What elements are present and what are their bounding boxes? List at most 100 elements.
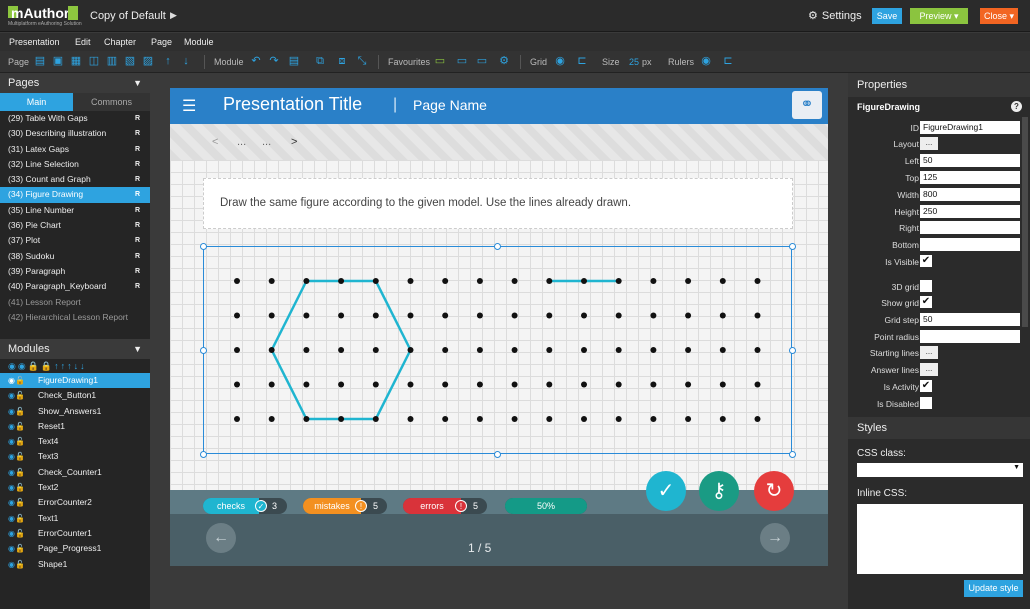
grid-point[interactable]: [407, 416, 414, 422]
visibility-lock-icon[interactable]: ◉🔓: [8, 404, 25, 419]
property-input[interactable]: 125: [920, 171, 1020, 184]
page-item[interactable]: (40) Paragraph_Keyboard R: [0, 279, 150, 294]
grid-point[interactable]: [546, 347, 553, 353]
paste-page-icon[interactable]: ▥: [106, 55, 118, 67]
grid-point[interactable]: [407, 278, 414, 284]
grid-point[interactable]: [615, 347, 622, 353]
page-item[interactable]: (38) Sudoku R: [0, 249, 150, 264]
module-item[interactable]: ◉🔓 Check_Button1: [0, 388, 150, 403]
grid-point[interactable]: [234, 278, 240, 284]
collapse-icon[interactable]: ▼: [133, 339, 142, 359]
move-down-icon[interactable]: ↓: [180, 55, 192, 67]
grid-point[interactable]: [372, 416, 379, 422]
check-answers-button[interactable]: ✓: [646, 471, 686, 511]
page-item-selected[interactable]: (34) Figure Drawing R: [0, 187, 150, 203]
grid-point[interactable]: [581, 347, 587, 353]
visibility-lock-icon[interactable]: ◉🔓: [8, 480, 25, 495]
grid-point[interactable]: [615, 381, 622, 388]
visibility-lock-icon[interactable]: ◉🔓: [8, 388, 25, 403]
page-nav-ellipsis[interactable]: ...: [237, 136, 246, 148]
grid-point[interactable]: [303, 416, 310, 422]
visibility-lock-icon[interactable]: ◉🔓: [8, 373, 25, 388]
grid-point[interactable]: [476, 381, 483, 388]
module-item[interactable]: ◉🔓 Show_Answers1: [0, 404, 150, 419]
text-module-icon[interactable]: ▭: [476, 55, 488, 67]
grid-point[interactable]: [685, 347, 692, 353]
page-settings-icon[interactable]: ▨: [142, 55, 154, 67]
grid-point[interactable]: [407, 347, 414, 353]
grid-point[interactable]: [268, 347, 275, 353]
grid-point[interactable]: [303, 347, 310, 353]
property-input[interactable]: 50: [920, 313, 1020, 326]
grid-point[interactable]: [234, 381, 240, 388]
figure-drawing-grid[interactable]: [203, 246, 792, 454]
snap-to-rulers-icon[interactable]: ⊏: [722, 55, 734, 67]
property-input[interactable]: [920, 330, 1020, 343]
grid-point[interactable]: [407, 381, 414, 388]
prev-page-link[interactable]: <: [212, 136, 218, 148]
grid-point[interactable]: [719, 381, 726, 388]
property-input[interactable]: 800: [920, 188, 1020, 201]
visibility-lock-icon[interactable]: ◉🔓: [8, 465, 25, 480]
update-style-button[interactable]: Update style: [964, 580, 1023, 597]
visibility-lock-icon[interactable]: ◉🔓: [8, 557, 25, 572]
module-item[interactable]: ◉🔓 Text2: [0, 480, 150, 495]
grid-point[interactable]: [268, 381, 275, 388]
page-item[interactable]: (33) Count and Graph R: [0, 172, 150, 187]
visibility-lock-icon[interactable]: ◉🔓: [8, 495, 25, 510]
visibility-lock-icon[interactable]: ◉🔓: [8, 541, 25, 556]
reset-button[interactable]: ↻: [754, 471, 794, 511]
redo-icon[interactable]: ↷: [268, 55, 280, 67]
property-edit-button[interactable]: ...: [920, 137, 938, 150]
menu-module[interactable]: Module: [184, 37, 214, 47]
group-icon[interactable]: ⧉: [314, 55, 326, 67]
grid-size-input[interactable]: 25: [629, 57, 639, 67]
grid-point[interactable]: [372, 381, 379, 388]
delete-page-icon[interactable]: ▧: [124, 55, 136, 67]
prev-page-button[interactable]: ←: [206, 523, 236, 553]
visibility-lock-icon[interactable]: ◉🔓: [8, 449, 25, 464]
grid-point[interactable]: [511, 347, 518, 353]
favourites-settings-icon[interactable]: ⚙: [498, 55, 510, 67]
grid-point[interactable]: [650, 312, 657, 319]
grid-point[interactable]: [685, 381, 692, 388]
grid-point[interactable]: [650, 278, 657, 284]
css-class-select[interactable]: ▼: [857, 463, 1023, 477]
property-input[interactable]: 50: [920, 154, 1020, 167]
module-item[interactable]: ◉🔓 Reset1: [0, 419, 150, 434]
module-item[interactable]: ◉🔓 Check_Counter1: [0, 465, 150, 480]
property-edit-button[interactable]: ...: [920, 346, 938, 359]
snap-to-grid-icon[interactable]: ⊏: [576, 55, 588, 67]
visibility-lock-icon[interactable]: ◉🔓: [8, 511, 25, 526]
grid-point[interactable]: [511, 312, 518, 319]
grid-point[interactable]: [581, 416, 587, 422]
grid-point[interactable]: [372, 347, 379, 353]
save-button[interactable]: Save: [872, 8, 902, 24]
grid-point[interactable]: [268, 278, 275, 284]
modules-panel-header[interactable]: Modules ▼: [0, 339, 150, 359]
grid-point[interactable]: [754, 312, 761, 319]
grid-point[interactable]: [546, 381, 553, 388]
grid-point[interactable]: [650, 347, 657, 353]
property-edit-button[interactable]: ...: [920, 363, 938, 376]
grid-point[interactable]: [476, 278, 483, 284]
add-chapter-icon[interactable]: ◫: [88, 55, 100, 67]
grid-visibility-icon[interactable]: ◉: [554, 55, 566, 67]
menu-page[interactable]: Page: [151, 37, 172, 47]
align-icon[interactable]: ▤: [288, 55, 300, 67]
show-answers-button[interactable]: ⚷: [699, 471, 739, 511]
module-item-selected[interactable]: ◉🔓 FigureDrawing1: [0, 373, 150, 389]
grid-point[interactable]: [338, 278, 345, 284]
grid-point[interactable]: [685, 416, 692, 422]
move-up-icon[interactable]: ↑: [162, 55, 174, 67]
property-checkbox[interactable]: [920, 280, 932, 292]
grid-point[interactable]: [234, 312, 240, 319]
property-input[interactable]: [920, 221, 1020, 234]
figure-line[interactable]: [374, 280, 412, 351]
figure-line[interactable]: [270, 349, 308, 420]
page-template-icon[interactable]: ▦: [70, 55, 82, 67]
pages-panel-header[interactable]: Pages ▼: [0, 73, 150, 93]
next-page-button[interactable]: →: [760, 523, 790, 553]
figure-line[interactable]: [374, 349, 412, 420]
grid-point[interactable]: [546, 416, 553, 422]
